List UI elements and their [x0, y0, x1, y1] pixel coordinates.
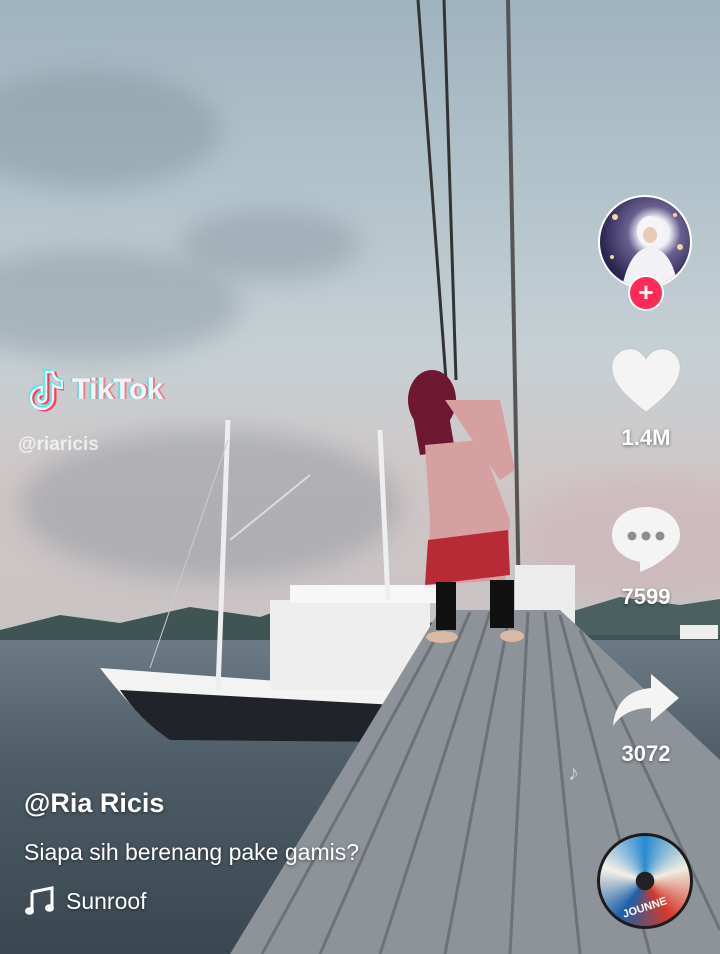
music-note-icon [25, 886, 54, 915]
tiktok-watermark: TikTok @riaricis [18, 368, 163, 456]
music-disc-icon[interactable]: JOUNNE [597, 833, 693, 929]
avatar-portrait-icon [610, 213, 683, 287]
heart-icon[interactable] [610, 348, 682, 414]
creator-username[interactable]: @Ria Ricis [24, 788, 359, 819]
share-icon[interactable] [611, 672, 681, 730]
floating-music-note-icon: ♪ [568, 760, 579, 785]
tiktok-brand-text: TikTok [72, 373, 163, 406]
video-caption[interactable]: Siapa sih berenang pake gamis? [24, 839, 359, 866]
like-button[interactable]: 1.4M [596, 348, 696, 451]
like-count: 1.4M [621, 425, 671, 450]
tiktok-logo-icon [28, 369, 64, 412]
share-button[interactable]: 3072 [596, 672, 696, 767]
follow-plus-icon[interactable]: + [628, 275, 664, 311]
comment-button[interactable]: 7599 [596, 505, 696, 610]
share-count: 3072 [621, 741, 671, 766]
disc-label: JOUNNE [621, 895, 669, 921]
watermark-handle: @riaricis [18, 434, 99, 455]
creator-avatar-group[interactable]: + [598, 195, 692, 311]
comment-count: 7599 [621, 584, 671, 609]
sound-name: Sunroof [66, 887, 147, 914]
comment-icon[interactable] [610, 505, 682, 573]
sound-row[interactable]: Sunroof [24, 886, 359, 916]
video-info: @Ria Ricis Siapa sih berenang pake gamis… [24, 788, 359, 916]
